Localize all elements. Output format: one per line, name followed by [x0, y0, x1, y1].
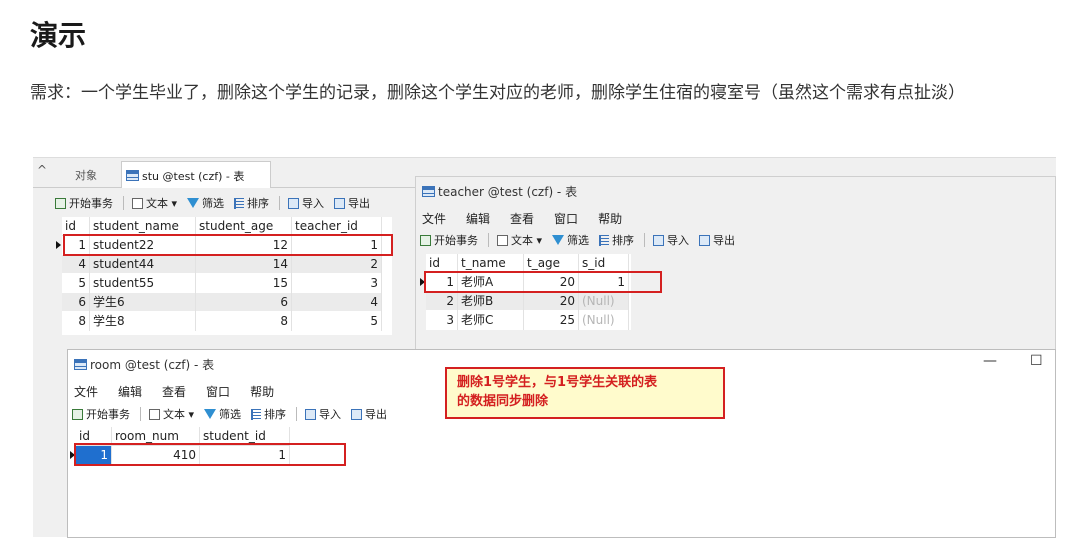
export-button[interactable]: 导出 [351, 406, 387, 422]
filter-icon [552, 235, 565, 245]
screenshot-area: ^ 对象 stu @test (czf) - 表 开始事务 文本 ▾ 筛选 排序… [33, 157, 1056, 538]
teacher-toolbar: 开始事务 文本 ▾ 筛选 排序 导入 导出 [420, 229, 745, 251]
table-row[interactable]: 5 student55 15 3 [62, 274, 382, 293]
table-row[interactable]: 2 老师B 20 (Null) [426, 292, 629, 311]
stu-highlight-box [63, 234, 393, 256]
menu-window[interactable]: 窗口 [554, 210, 578, 227]
menu-help[interactable]: 帮助 [598, 210, 622, 227]
teacher-highlight-box [424, 271, 662, 293]
filter-icon [187, 198, 200, 208]
page-heading: 演示 [30, 19, 87, 52]
current-row-marker-icon [56, 241, 61, 249]
teacher-window-title: teacher @test (czf) - 表 [422, 183, 577, 200]
sort-button[interactable]: 排序 [251, 406, 286, 422]
import-icon [288, 197, 300, 209]
filter-button[interactable]: 筛选 [187, 195, 224, 211]
text-icon [132, 197, 143, 209]
table-icon [74, 359, 87, 370]
menu-edit[interactable]: 编辑 [118, 383, 142, 400]
teacher-menubar: 文件 编辑 查看 窗口 帮助 [416, 206, 1055, 230]
sort-button[interactable]: 排序 [599, 232, 634, 248]
import-icon [305, 408, 317, 420]
menu-window[interactable]: 窗口 [206, 383, 230, 400]
sort-icon [234, 197, 245, 209]
begin-transaction-button[interactable]: 开始事务 [420, 232, 478, 248]
export-icon [334, 197, 346, 209]
tab-objects[interactable]: 对象 [75, 167, 97, 183]
text-button[interactable]: 文本 ▾ [497, 232, 542, 248]
sort-icon [251, 408, 262, 420]
menu-view[interactable]: 查看 [510, 210, 534, 227]
maximize-button[interactable]: ☐ [1030, 353, 1043, 369]
transaction-icon [55, 197, 66, 209]
export-button[interactable]: 导出 [334, 195, 370, 211]
sort-button[interactable]: 排序 [234, 195, 269, 211]
annotation-line-1: 删除1号学生，与1号学生关联的表 [457, 375, 658, 390]
export-button[interactable]: 导出 [699, 232, 735, 248]
import-button[interactable]: 导入 [653, 232, 689, 248]
menu-help[interactable]: 帮助 [250, 383, 274, 400]
table-row[interactable]: 4 student44 14 2 [62, 255, 382, 274]
tab-stu-label: stu @test (czf) - 表 [142, 170, 245, 183]
text-icon [149, 408, 160, 420]
table-icon [126, 170, 139, 181]
requirement-description: 需求：一个学生毕业了，删除这个学生的记录，删除这个学生对应的老师，删除学生住宿的… [30, 83, 965, 103]
room-window-title: room @test (czf) - 表 [74, 356, 214, 373]
stu-toolbar: 开始事务 文本 ▾ 筛选 排序 导入 导出 [55, 192, 380, 214]
room-toolbar: 开始事务 文本 ▾ 筛选 排序 导入 导出 [72, 403, 397, 425]
sort-icon [599, 234, 610, 246]
begin-transaction-button[interactable]: 开始事务 [72, 406, 130, 422]
text-button[interactable]: 文本 ▾ [132, 195, 177, 211]
export-icon [351, 408, 363, 420]
minimize-button[interactable]: — [983, 353, 997, 369]
table-row[interactable]: 6 学生6 6 4 [62, 293, 382, 312]
teacher-window: teacher @test (czf) - 表 文件 编辑 查看 窗口 帮助 开… [415, 176, 1056, 354]
menu-file[interactable]: 文件 [74, 383, 98, 400]
table-icon [422, 186, 435, 197]
table-row[interactable]: 3 老师C 25 (Null) [426, 311, 629, 330]
menu-edit[interactable]: 编辑 [466, 210, 490, 227]
text-button[interactable]: 文本 ▾ [149, 406, 194, 422]
filter-icon [204, 409, 217, 419]
annotation-line-2: 的数据同步删除 [457, 394, 549, 409]
menu-file[interactable]: 文件 [422, 210, 446, 227]
collapse-up-icon[interactable]: ^ [37, 163, 47, 177]
filter-button[interactable]: 筛选 [204, 406, 241, 422]
menu-view[interactable]: 查看 [162, 383, 186, 400]
tab-stu-table[interactable]: stu @test (czf) - 表 [121, 161, 271, 188]
import-button[interactable]: 导入 [305, 406, 341, 422]
transaction-icon [72, 408, 83, 420]
import-icon [653, 234, 665, 246]
filter-button[interactable]: 筛选 [552, 232, 589, 248]
transaction-icon [420, 234, 431, 246]
stu-tab-bar: ^ 对象 stu @test (czf) - 表 [33, 158, 423, 188]
table-row[interactable]: 8 学生8 8 5 [62, 312, 382, 331]
export-icon [699, 234, 711, 246]
room-highlight-box [74, 443, 346, 466]
annotation-callout: 删除1号学生，与1号学生关联的表 的数据同步删除 [445, 367, 725, 419]
import-button[interactable]: 导入 [288, 195, 324, 211]
text-icon [497, 234, 508, 246]
begin-transaction-button[interactable]: 开始事务 [55, 195, 113, 211]
